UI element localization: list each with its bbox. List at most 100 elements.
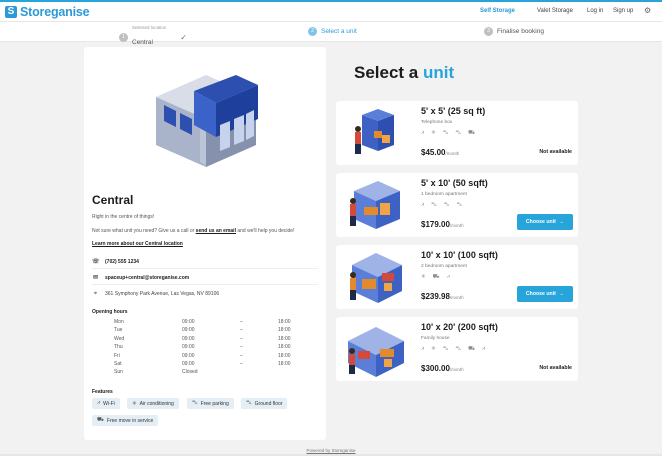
unit-subtitle: Family house — [421, 336, 450, 341]
car-icon: ⛍ — [442, 346, 449, 352]
hours-day: Sun — [114, 369, 123, 376]
feature-label: Wi-Fi — [103, 400, 115, 407]
brand-name: Storeganise — [20, 5, 90, 19]
powered-by-link[interactable]: Powered by Storeganise — [0, 448, 662, 453]
step-3[interactable]: 3 Finalise booking — [484, 27, 544, 36]
price-value: $45.00 — [421, 148, 446, 157]
hours-close: 18:00 — [278, 319, 291, 325]
nav-login[interactable]: Log in — [587, 8, 603, 14]
select-unit-heading: Select a unit — [354, 63, 454, 83]
feature-label: Free move in service — [106, 417, 154, 424]
unit-card: 5' x 10' (50 sqft) 1 bedroom apartment ⩘… — [336, 173, 578, 237]
feature-label: Ground floor — [254, 400, 283, 407]
feature-chip-wifi: ⩘ Wi-Fi — [92, 398, 120, 409]
wifi-icon: ⩘ — [421, 346, 425, 352]
hours-close: 18:00 — [278, 361, 291, 367]
button-label: Choose unit — [525, 291, 556, 297]
step-sublabel: Selected location — [132, 25, 167, 30]
wifi-icon: ⩘ — [446, 274, 450, 280]
hours-day: Thu — [114, 344, 123, 351]
help-text-pre: Not sure what unit you need? Give us a c… — [92, 228, 196, 234]
wifi-icon: ⩘ — [421, 202, 425, 208]
heading-prefix: Select a — [354, 63, 423, 82]
price-period: /month — [449, 367, 464, 372]
unit-illustration — [355, 109, 394, 154]
hours-sep: – — [240, 352, 243, 359]
arrow-right-icon: → — [558, 291, 565, 297]
unit-title: 5' x 5' (25 sq ft) — [421, 106, 486, 116]
car-icon: ⛍ — [442, 130, 449, 136]
not-available-label: Not available — [539, 365, 572, 371]
not-available-label: Not available — [539, 149, 572, 155]
hours-open: 09:00 — [182, 361, 195, 367]
email-us-link[interactable]: send us an email — [196, 228, 236, 234]
hours-sep: – — [240, 335, 243, 342]
opening-hours-row: Tue 09:00 – 18:00 — [92, 327, 318, 335]
email-row[interactable]: ✉ spaceup+central@storeganise.com — [92, 271, 318, 285]
hours-open: 09:00 — [182, 352, 195, 359]
learn-more-link[interactable]: Learn more about our Central location — [92, 241, 183, 247]
feature-chip-free-parking: ⛍ Free parking — [187, 398, 234, 409]
unit-title: 10' x 10' (100 sqft) — [421, 250, 498, 260]
nav-signup[interactable]: Sign up — [613, 8, 633, 14]
unit-feature-icons: ⩘ ✳ ⛍ ⛍ ⛟ ⩘ — [421, 346, 485, 353]
wifi-icon: ⩘ — [421, 130, 425, 136]
hours-close: 18:00 — [278, 335, 291, 342]
choose-unit-button[interactable]: Choose unit → — [517, 214, 573, 230]
hours-close: 18:00 — [278, 327, 291, 334]
unit-price: $179.00/month — [421, 220, 464, 229]
truck-icon: ⛟ — [468, 130, 475, 136]
hours-close: 18:00 — [278, 344, 291, 351]
nav-self-storage[interactable]: Self Storage — [480, 8, 515, 14]
gear-icon[interactable]: ⚙ — [644, 6, 651, 15]
step-label: Central — [132, 39, 153, 46]
button-label: Choose unit — [525, 219, 556, 225]
unit-feature-icons: ⩘ ⛍ ⛍ ⛍ — [421, 202, 462, 209]
step-number: 3 — [484, 27, 493, 36]
truck-icon: ⛟ — [468, 346, 475, 352]
opening-hours-row: Sat 09:00 – 18:00 — [92, 361, 318, 369]
logo-mark: S — [5, 6, 17, 18]
unit-title: 10' x 20' (200 sqft) — [421, 322, 498, 332]
hours-sep: – — [240, 361, 243, 367]
opening-hours-row: Mon 09:00 – 18:00 — [92, 319, 318, 327]
snowflake-icon: ✳ — [421, 274, 426, 280]
unit-illustration — [348, 327, 404, 377]
hours-day: Fri — [114, 352, 120, 359]
hours-open: 09:00 — [182, 335, 195, 342]
step-1[interactable]: 1 Selected location Central ✓ — [119, 25, 187, 49]
brand-logo[interactable]: S Storeganise — [5, 5, 90, 19]
unit-card: 10' x 20' (200 sqft) Family house ⩘ ✳ ⛍ ⛍ ⛟ ⩘… — [336, 317, 578, 381]
unit-subtitle: 2 bedroom apartment — [421, 264, 467, 269]
price-period: /month — [445, 151, 460, 156]
car-icon: ⛍ — [455, 346, 462, 352]
booking-steps: 1 Selected location Central ✓ 2 Select a… — [0, 22, 662, 46]
address-row: ⌖ 361 Symphony Park Avenue, Las Vegas, N… — [92, 287, 318, 301]
car-icon: ⛍ — [455, 130, 462, 136]
price-value: $179.00 — [421, 220, 450, 229]
opening-hours-row: Wed 09:00 – 18:00 — [92, 336, 318, 344]
unit-subtitle: Telephone box — [421, 120, 453, 125]
unit-feature-icons: ✳ ⛟ ⩘ — [421, 274, 450, 281]
snowflake-icon: ✳ — [132, 400, 137, 407]
step-2[interactable]: 2 Select a unit — [308, 27, 357, 36]
step-label: Select a unit — [321, 28, 357, 35]
nav-valet-storage[interactable]: Valet Storage — [537, 8, 573, 14]
unit-subtitle: 1 bedroom apartment — [421, 192, 467, 197]
hours-day: Mon — [114, 319, 124, 325]
choose-unit-button[interactable]: Choose unit → — [517, 286, 573, 302]
hours-sep: – — [240, 327, 243, 334]
hours-open: Closed — [182, 369, 198, 376]
step-number: 2 — [308, 27, 317, 36]
hours-day: Tue — [114, 327, 123, 334]
car-icon: ⛍ — [246, 400, 252, 406]
phone-row[interactable]: ☏ (702) 555 1234 — [92, 255, 318, 269]
snowflake-icon: ✳ — [431, 346, 436, 352]
car-icon: ⛍ — [192, 400, 198, 406]
hours-open: 09:00 — [182, 344, 195, 351]
unit-card: 5' x 5' (25 sq ft) Telephone box ⩘ ✳ ⛍ ⛍ ⛟ $… — [336, 101, 578, 165]
car-icon: ⛍ — [456, 202, 463, 208]
unit-card: 10' x 10' (100 sqft) 2 bedroom apartment… — [336, 245, 578, 309]
truck-icon: ⛟ — [432, 274, 440, 280]
hours-sep: – — [240, 344, 243, 351]
